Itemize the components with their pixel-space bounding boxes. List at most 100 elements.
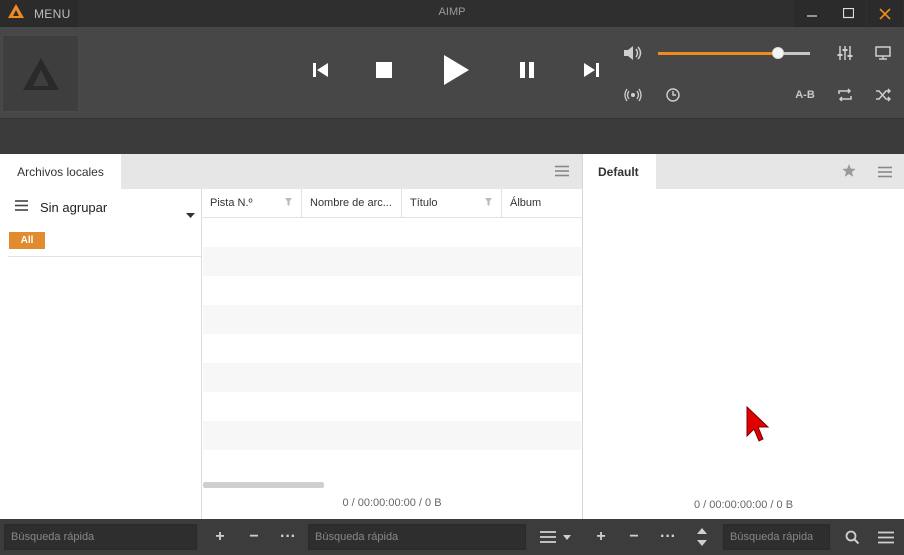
library-menu-button[interactable]: [555, 164, 569, 182]
volume-fill: [658, 52, 779, 55]
next-button[interactable]: [578, 57, 606, 83]
pause-button[interactable]: [513, 57, 541, 83]
sort-icon: [697, 528, 707, 546]
minimize-icon: [807, 14, 817, 17]
horizontal-scrollbar[interactable]: [203, 482, 324, 488]
clock-icon: [666, 88, 680, 102]
add-button[interactable]: +: [207, 524, 233, 550]
equalizer-button[interactable]: [834, 43, 856, 63]
maximize-button[interactable]: [830, 0, 866, 27]
repeat-icon: [838, 88, 852, 102]
list-dropdown-icon: [540, 531, 571, 543]
table-row: [203, 247, 581, 276]
pause-icon: [520, 62, 534, 78]
chevron-down-icon: [186, 205, 195, 223]
hamburger-icon: [878, 166, 892, 178]
grouping-menu-icon: [15, 198, 28, 216]
column-header-track[interactable]: Pista N.º: [202, 189, 302, 218]
main-menu-button[interactable]: [873, 524, 899, 550]
minus-icon: −: [249, 528, 259, 545]
close-icon: [879, 7, 891, 20]
filter-icon: [285, 198, 292, 206]
tab-label: Default: [598, 164, 639, 179]
playlist-remove-button[interactable]: −: [621, 524, 647, 550]
library-search-input[interactable]: [315, 531, 525, 543]
group-search-input[interactable]: [11, 531, 196, 543]
column-label: Título: [410, 197, 438, 209]
playlist-tabbar: Default: [583, 154, 904, 189]
table-row: [203, 305, 581, 334]
aimp-logo-icon: [8, 4, 24, 23]
group-search-field[interactable]: [4, 524, 197, 550]
column-header-title[interactable]: Título: [402, 189, 502, 218]
close-button[interactable]: [867, 0, 903, 27]
grouping-label: Sin agrupar: [40, 199, 108, 215]
next-icon: [584, 63, 599, 77]
ab-repeat-button[interactable]: A-B: [792, 85, 818, 105]
maximize-icon: [842, 8, 854, 19]
track-info-bar: [0, 118, 904, 154]
radio-button[interactable]: [622, 85, 644, 105]
ellipsis-icon: ···: [660, 528, 676, 545]
repeat-button[interactable]: [834, 85, 856, 105]
equalizer-icon: [837, 46, 853, 60]
favorite-button[interactable]: [842, 164, 856, 183]
menu-label: MENU: [34, 6, 71, 21]
column-header-filename[interactable]: Nombre de arc...: [302, 189, 402, 218]
tab-default[interactable]: Default: [583, 154, 656, 189]
play-icon: [444, 55, 469, 85]
playlist-status: 0 / 00:00:00:00 / 0 B: [693, 499, 794, 511]
column-label: Álbum: [510, 197, 542, 209]
playlist-panel: Default: [583, 154, 904, 519]
playlist-search-input[interactable]: [730, 531, 829, 543]
tab-archivos-locales[interactable]: Archivos locales: [0, 154, 121, 189]
title-bar: [0, 0, 904, 27]
shuffle-icon: [876, 88, 891, 102]
mute-button[interactable]: [620, 42, 646, 64]
play-button[interactable]: [436, 50, 476, 90]
broadcast-icon: [624, 88, 642, 102]
column-header-album[interactable]: Álbum: [502, 189, 582, 218]
table-row: [203, 363, 581, 392]
mouse-cursor-icon: [746, 405, 770, 449]
view-options-button[interactable]: [536, 524, 576, 550]
hamburger-icon: [878, 531, 894, 543]
previous-button[interactable]: [306, 57, 334, 83]
visualization-button[interactable]: [872, 43, 894, 63]
filter-icon: [485, 198, 492, 206]
minus-icon: −: [629, 528, 639, 545]
sort-button[interactable]: [689, 524, 715, 550]
previous-icon: [313, 63, 328, 77]
album-cover: [2, 35, 79, 112]
scheduler-button[interactable]: [662, 85, 684, 105]
table-row: [203, 421, 581, 450]
aimp-cover-logo-icon: [22, 57, 59, 90]
library-tabbar: Archivos locales: [0, 154, 582, 189]
library-search-field[interactable]: [308, 524, 526, 550]
playlist-search-field[interactable]: [723, 524, 830, 550]
plus-icon: +: [596, 528, 606, 545]
volume-knob[interactable]: [772, 47, 785, 59]
library-status: 0 / 00:00:00:00 / 0 B: [342, 497, 442, 509]
tab-label: Archivos locales: [17, 164, 104, 179]
all-filter-badge[interactable]: All: [9, 232, 45, 249]
speaker-icon: [624, 46, 642, 60]
stop-button[interactable]: [370, 57, 398, 83]
playlist-add-button[interactable]: +: [588, 524, 614, 550]
minimize-button[interactable]: [794, 0, 830, 27]
search-button[interactable]: [839, 524, 865, 550]
remove-button[interactable]: −: [241, 524, 267, 550]
column-label: Nombre de arc...: [310, 197, 392, 209]
playlist-menu-button[interactable]: [878, 165, 892, 183]
playlist-more-button[interactable]: ···: [655, 524, 681, 550]
plus-icon: +: [215, 528, 225, 545]
search-icon: [845, 530, 859, 544]
grouping-divider: [8, 256, 201, 257]
grouping-selector[interactable]: Sin agrupar: [0, 189, 202, 225]
star-icon: [842, 164, 856, 177]
menu-button[interactable]: MENU: [0, 0, 78, 27]
ellipsis-icon: ···: [280, 528, 296, 545]
more-button[interactable]: ···: [275, 524, 301, 550]
shuffle-button[interactable]: [872, 85, 894, 105]
monitor-icon: [875, 46, 891, 60]
